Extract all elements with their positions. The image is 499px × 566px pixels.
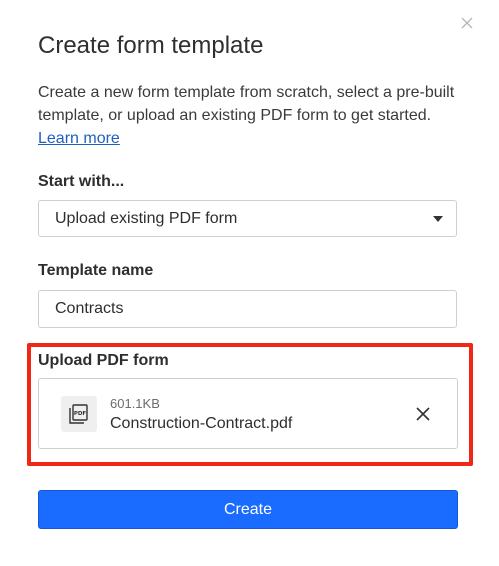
description-text: Create a new form template from scratch,… [38, 84, 455, 124]
pdf-file-icon: PDF [61, 396, 97, 432]
file-name: Construction-Contract.pdf [110, 415, 293, 432]
svg-text:PDF: PDF [74, 411, 87, 417]
template-name-label: Template name [38, 262, 154, 279]
template-name-value: Contracts [55, 300, 124, 317]
start-with-selected-value: Upload existing PDF form [55, 210, 238, 227]
close-icon[interactable] [459, 15, 475, 31]
upload-pdf-label: Upload PDF form [38, 352, 169, 369]
start-with-select[interactable]: Upload existing PDF form [38, 200, 457, 237]
dialog-description: Create a new form template from scratch,… [38, 81, 468, 150]
start-with-label: Start with... [38, 173, 125, 190]
learn-more-link[interactable]: Learn more [38, 130, 120, 147]
template-name-input[interactable]: Contracts [38, 290, 457, 328]
dialog-title: Create form template [38, 32, 264, 59]
uploaded-file-card: PDF 601.1KB Construction-Contract.pdf [38, 378, 458, 449]
remove-file-icon[interactable] [415, 406, 431, 422]
create-form-template-dialog: Create form template Create a new form t… [0, 0, 499, 566]
chevron-down-icon [433, 216, 443, 222]
create-button[interactable]: Create [38, 490, 458, 529]
file-size: 601.1KB [110, 396, 160, 411]
